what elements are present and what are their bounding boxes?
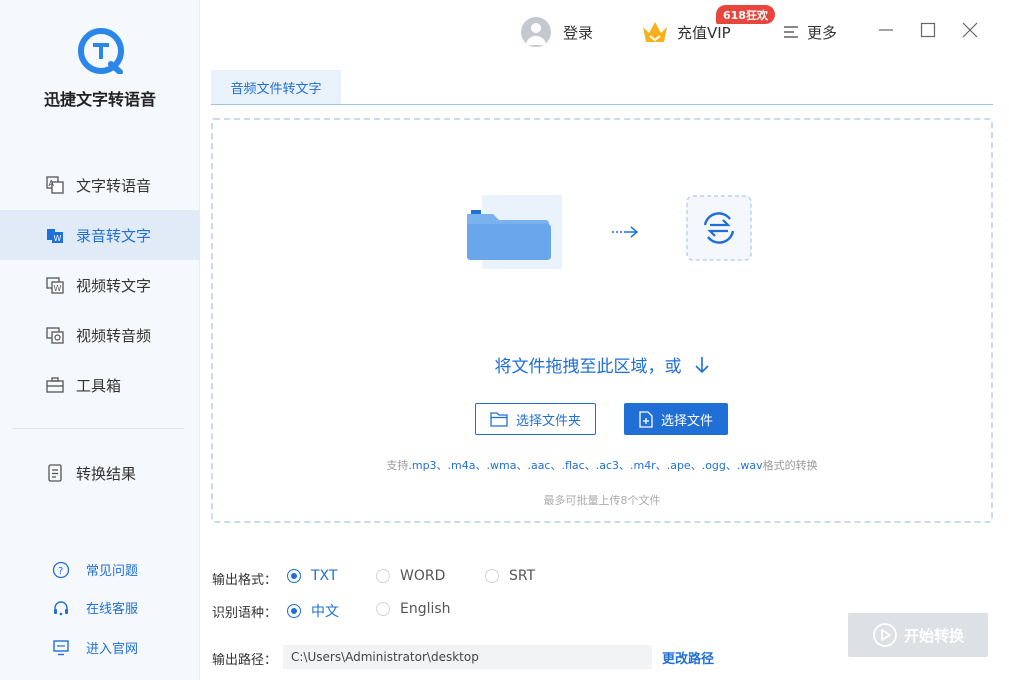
- sidebar-item-results[interactable]: 转换结果: [0, 448, 200, 498]
- support-formats: .mp3、.m4a、.wma、.aac、.flac、.ac3、.m4r、.ape…: [408, 459, 763, 472]
- output-format-label: 输出格式：: [212, 573, 278, 588]
- more-label: 更多: [807, 23, 838, 42]
- close-button[interactable]: [960, 20, 980, 40]
- text-speech-icon: A: [46, 176, 64, 194]
- output-path-label: 输出路径：: [212, 653, 278, 668]
- supported-formats-note: 支持.mp3、.m4a、.wma、.aac、.flac、.ac3、.m4r、.a…: [211, 457, 993, 473]
- sidebar-item-label: 转换结果: [76, 464, 137, 483]
- output-path-field[interactable]: C:\Users\Administrator\desktop: [283, 645, 652, 669]
- language-label: 识别语种：: [212, 606, 278, 621]
- radio-dot: [376, 602, 390, 616]
- headset-icon: [52, 599, 70, 617]
- start-convert-button[interactable]: 开始转换: [848, 613, 988, 657]
- svg-text:?: ?: [58, 566, 63, 577]
- vip-promo-badge: 618狂欢: [716, 5, 775, 24]
- drop-instruction-text: 将文件拖拽至此区域，或: [494, 357, 682, 377]
- format-radio-srt[interactable]: SRT: [485, 568, 535, 584]
- online-support-link-label: 在线客服: [86, 602, 139, 617]
- choose-file-label: 选择文件: [660, 413, 713, 429]
- svg-text:W: W: [54, 284, 62, 293]
- drop-instruction: 将文件拖拽至此区域，或: [211, 352, 993, 377]
- folder-outline-icon: [490, 412, 508, 427]
- video-text-icon: W: [46, 276, 64, 294]
- sidebar-item-label: 视频转音频: [76, 326, 152, 345]
- radio-dot: [485, 569, 499, 583]
- svg-text:A: A: [49, 179, 55, 188]
- change-path-button[interactable]: 更改路径: [662, 648, 714, 667]
- faq-link[interactable]: ? 常见问题: [52, 560, 138, 579]
- minimize-icon: [879, 29, 893, 31]
- choose-folder-button[interactable]: 选择文件夹: [475, 403, 596, 435]
- language-option-label: 中文: [311, 604, 339, 620]
- crown-icon: [643, 22, 667, 42]
- maximize-icon: [920, 22, 936, 38]
- website-link-label: 进入官网: [86, 642, 139, 657]
- convert-icon: [686, 195, 752, 261]
- format-option-label: TXT: [311, 568, 338, 584]
- sidebar: 迅捷文字转语音 A 文字转语音 W 录音转文字 W 视频转文字 视频转音频 工具…: [0, 0, 200, 680]
- language-radio-english[interactable]: English: [376, 601, 451, 617]
- question-icon: ?: [52, 561, 70, 579]
- sidebar-item-text-to-speech[interactable]: A 文字转语音: [0, 160, 200, 210]
- radio-dot: [376, 569, 390, 583]
- toolbox-icon: [46, 376, 64, 394]
- language-option-label: English: [400, 601, 451, 617]
- results-icon: [46, 464, 64, 482]
- radio-dot: [287, 569, 301, 583]
- audio-text-icon: W: [46, 226, 64, 244]
- online-support-link[interactable]: 在线客服: [52, 598, 138, 617]
- tab-audio-to-text[interactable]: 音频文件转文字: [211, 70, 341, 104]
- maximize-button[interactable]: [918, 20, 938, 40]
- add-file-icon: [639, 410, 653, 428]
- app-logo-icon: [78, 28, 124, 74]
- login-label: 登录: [563, 23, 594, 42]
- sidebar-item-label: 工具箱: [76, 376, 122, 395]
- arrow-down-icon: [694, 356, 709, 373]
- choose-file-button[interactable]: 选择文件: [624, 403, 728, 435]
- sidebar-item-label: 文字转语音: [76, 176, 152, 195]
- close-icon: [962, 22, 978, 38]
- format-radio-txt[interactable]: TXT: [287, 568, 337, 584]
- tab-underline: [211, 104, 993, 105]
- sidebar-item-toolbox[interactable]: 工具箱: [0, 360, 200, 410]
- monitor-icon: [52, 639, 70, 657]
- login-button[interactable]: 登录: [521, 16, 593, 48]
- sidebar-item-video-to-audio[interactable]: 视频转音频: [0, 310, 200, 360]
- language-radio-chinese[interactable]: 中文: [287, 601, 339, 621]
- format-option-label: SRT: [509, 568, 536, 584]
- format-option-label: WORD: [400, 568, 446, 584]
- minimize-button[interactable]: [876, 20, 896, 40]
- app-window: 迅捷文字转语音 A 文字转语音 W 录音转文字 W 视频转文字 视频转音频 工具…: [0, 0, 1009, 680]
- choose-folder-label: 选择文件夹: [515, 413, 581, 429]
- support-suffix: 格式的转换: [762, 459, 818, 472]
- video-audio-icon: [46, 326, 64, 344]
- avatar: [521, 17, 551, 47]
- sidebar-divider: [12, 428, 184, 429]
- svg-text:W: W: [54, 234, 62, 243]
- app-name: 迅捷文字转语音: [43, 90, 156, 109]
- sidebar-item-video-to-text[interactable]: W 视频转文字: [0, 260, 200, 310]
- faq-link-label: 常见问题: [86, 564, 139, 579]
- arrow-right-icon: [612, 226, 639, 238]
- sidebar-item-audio-to-text[interactable]: W 录音转文字: [0, 210, 200, 260]
- website-link[interactable]: 进入官网: [52, 638, 138, 657]
- sidebar-item-label: 录音转文字: [76, 226, 152, 245]
- start-convert-label: 开始转换: [903, 626, 964, 645]
- menu-icon: [784, 26, 798, 38]
- play-circle-icon: [873, 623, 897, 647]
- folder-icon: [467, 210, 551, 260]
- batch-limit-note: 最多可批量上传8个文件: [543, 494, 661, 507]
- format-radio-word[interactable]: WORD: [376, 568, 445, 584]
- vip-label: 充值VIP: [677, 23, 731, 42]
- sidebar-item-label: 视频转文字: [76, 276, 152, 295]
- support-prefix: 支持: [386, 459, 409, 472]
- radio-dot: [287, 604, 301, 618]
- more-menu-button[interactable]: 更多: [784, 16, 837, 48]
